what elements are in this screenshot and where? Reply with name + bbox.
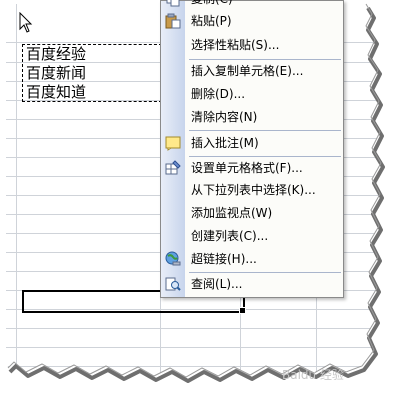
context-menu: 复制(C) 粘贴(P) 选择性粘贴(S)... 插入复制单元格(E)... 删除… bbox=[160, 0, 344, 298]
menu-item-label: 添加监视点(W) bbox=[191, 206, 273, 220]
menu-item-label: 清除内容(N) bbox=[191, 110, 258, 124]
menu-item-label: 创建列表(C)... bbox=[191, 229, 269, 243]
menu-item-clear-contents[interactable]: 清除内容(N) bbox=[161, 106, 343, 129]
menu-item-label: 选择性粘贴(S)... bbox=[191, 38, 280, 52]
menu-separator bbox=[189, 130, 341, 131]
format-cells-icon bbox=[165, 160, 181, 175]
menu-item-hyperlink[interactable]: 超链接(H)... bbox=[161, 248, 343, 271]
menu-item-format-cells[interactable]: 设置单元格格式(F)... bbox=[161, 157, 343, 180]
menu-item-research[interactable]: 查阅(L)... bbox=[161, 273, 343, 296]
baidu-watermark: Baidu 经验 bbox=[282, 368, 344, 382]
menu-item-label: 设置单元格格式(F)... bbox=[191, 161, 303, 175]
menu-item-label: 复制(C) bbox=[191, 0, 233, 8]
menu-item-label: 超链接(H)... bbox=[191, 252, 257, 266]
menu-item-label: 插入复制单元格(E)... bbox=[191, 64, 304, 78]
menu-item-paste[interactable]: 粘贴(P) bbox=[161, 10, 343, 33]
menu-item-paste-special[interactable]: 选择性粘贴(S)... bbox=[161, 34, 343, 57]
excel-screenshot: 百度经验 百度新闻 百度知道 复制(C) 粘贴(P) bbox=[0, 0, 400, 408]
menu-item-add-watch[interactable]: 添加监视点(W) bbox=[161, 202, 343, 225]
menu-item-label: 从下拉列表中选择(K)... bbox=[191, 183, 316, 197]
research-icon bbox=[165, 277, 181, 291]
paste-icon bbox=[165, 13, 181, 29]
menu-item-label: 粘贴(P) bbox=[191, 14, 232, 28]
copy-icon bbox=[166, 0, 180, 7]
menu-item-delete[interactable]: 删除(D)... bbox=[161, 83, 343, 106]
menu-item-insert-copied-cells[interactable]: 插入复制单元格(E)... bbox=[161, 60, 343, 83]
hyperlink-icon bbox=[165, 251, 181, 266]
comment-icon bbox=[165, 136, 181, 151]
menu-item-insert-comment[interactable]: 插入批注(M) bbox=[161, 132, 343, 155]
menu-item-label: 删除(D)... bbox=[191, 87, 246, 101]
menu-item-pick-from-list[interactable]: 从下拉列表中选择(K)... bbox=[161, 179, 343, 202]
menu-item-label: 插入批注(M) bbox=[191, 136, 259, 150]
menu-item-label: 查阅(L)... bbox=[191, 277, 243, 291]
menu-item-create-list[interactable]: 创建列表(C)... bbox=[161, 225, 343, 248]
